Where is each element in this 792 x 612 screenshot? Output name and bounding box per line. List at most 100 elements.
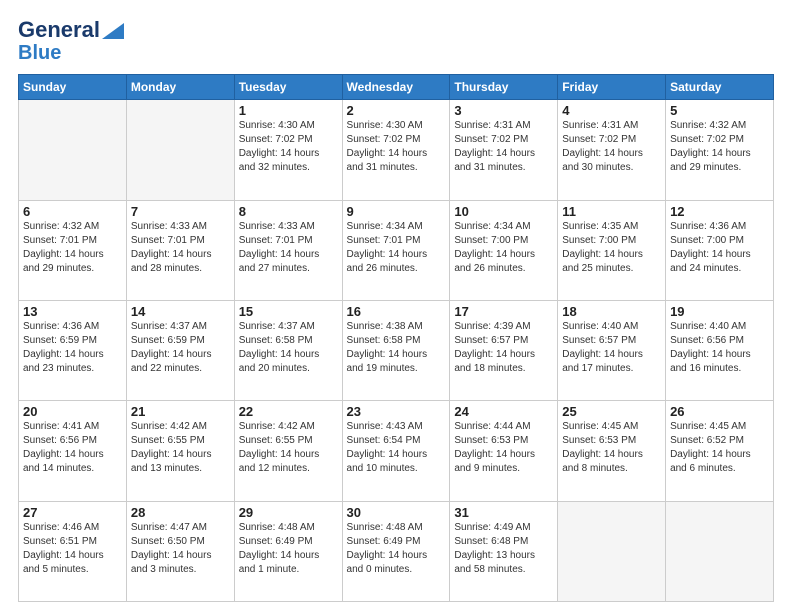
calendar-day-cell: 17Sunrise: 4:39 AMSunset: 6:57 PMDayligh…	[450, 300, 558, 400]
day-info: Sunrise: 4:31 AMSunset: 7:02 PMDaylight:…	[454, 119, 553, 175]
calendar-day-cell: 15Sunrise: 4:37 AMSunset: 6:58 PMDayligh…	[234, 300, 342, 400]
day-number: 3	[454, 103, 553, 118]
calendar-day-cell	[558, 501, 666, 601]
logo-arrow-icon	[102, 23, 124, 39]
day-info: Sunrise: 4:43 AMSunset: 6:54 PMDaylight:…	[347, 420, 446, 476]
day-number: 9	[347, 204, 446, 219]
day-number: 7	[131, 204, 230, 219]
day-number: 21	[131, 404, 230, 419]
calendar-week-1: 1Sunrise: 4:30 AMSunset: 7:02 PMDaylight…	[19, 100, 774, 200]
calendar-day-cell	[666, 501, 774, 601]
day-number: 28	[131, 505, 230, 520]
day-number: 10	[454, 204, 553, 219]
day-number: 1	[239, 103, 338, 118]
day-info: Sunrise: 4:37 AMSunset: 6:58 PMDaylight:…	[239, 320, 338, 376]
calendar-header-saturday: Saturday	[666, 75, 774, 100]
calendar-day-cell: 14Sunrise: 4:37 AMSunset: 6:59 PMDayligh…	[126, 300, 234, 400]
calendar-day-cell: 4Sunrise: 4:31 AMSunset: 7:02 PMDaylight…	[558, 100, 666, 200]
calendar-day-cell: 30Sunrise: 4:48 AMSunset: 6:49 PMDayligh…	[342, 501, 450, 601]
calendar-day-cell: 3Sunrise: 4:31 AMSunset: 7:02 PMDaylight…	[450, 100, 558, 200]
calendar-header-monday: Monday	[126, 75, 234, 100]
day-info: Sunrise: 4:42 AMSunset: 6:55 PMDaylight:…	[131, 420, 230, 476]
day-number: 13	[23, 304, 122, 319]
calendar-day-cell: 21Sunrise: 4:42 AMSunset: 6:55 PMDayligh…	[126, 401, 234, 501]
day-number: 19	[670, 304, 769, 319]
day-info: Sunrise: 4:49 AMSunset: 6:48 PMDaylight:…	[454, 521, 553, 577]
day-info: Sunrise: 4:47 AMSunset: 6:50 PMDaylight:…	[131, 521, 230, 577]
day-info: Sunrise: 4:38 AMSunset: 6:58 PMDaylight:…	[347, 320, 446, 376]
calendar-day-cell: 25Sunrise: 4:45 AMSunset: 6:53 PMDayligh…	[558, 401, 666, 501]
day-number: 29	[239, 505, 338, 520]
calendar-table: SundayMondayTuesdayWednesdayThursdayFrid…	[18, 74, 774, 602]
calendar-header-row: SundayMondayTuesdayWednesdayThursdayFrid…	[19, 75, 774, 100]
day-number: 5	[670, 103, 769, 118]
day-info: Sunrise: 4:37 AMSunset: 6:59 PMDaylight:…	[131, 320, 230, 376]
day-info: Sunrise: 4:39 AMSunset: 6:57 PMDaylight:…	[454, 320, 553, 376]
calendar-day-cell: 2Sunrise: 4:30 AMSunset: 7:02 PMDaylight…	[342, 100, 450, 200]
calendar-day-cell: 8Sunrise: 4:33 AMSunset: 7:01 PMDaylight…	[234, 200, 342, 300]
day-number: 12	[670, 204, 769, 219]
calendar-day-cell: 28Sunrise: 4:47 AMSunset: 6:50 PMDayligh…	[126, 501, 234, 601]
day-info: Sunrise: 4:48 AMSunset: 6:49 PMDaylight:…	[239, 521, 338, 577]
calendar-day-cell: 31Sunrise: 4:49 AMSunset: 6:48 PMDayligh…	[450, 501, 558, 601]
calendar-day-cell: 29Sunrise: 4:48 AMSunset: 6:49 PMDayligh…	[234, 501, 342, 601]
calendar-day-cell: 11Sunrise: 4:35 AMSunset: 7:00 PMDayligh…	[558, 200, 666, 300]
day-info: Sunrise: 4:40 AMSunset: 6:56 PMDaylight:…	[670, 320, 769, 376]
calendar-day-cell: 27Sunrise: 4:46 AMSunset: 6:51 PMDayligh…	[19, 501, 127, 601]
calendar-day-cell: 26Sunrise: 4:45 AMSunset: 6:52 PMDayligh…	[666, 401, 774, 501]
day-number: 16	[347, 304, 446, 319]
day-info: Sunrise: 4:41 AMSunset: 6:56 PMDaylight:…	[23, 420, 122, 476]
calendar-day-cell: 22Sunrise: 4:42 AMSunset: 6:55 PMDayligh…	[234, 401, 342, 501]
day-number: 22	[239, 404, 338, 419]
day-number: 4	[562, 103, 661, 118]
day-number: 17	[454, 304, 553, 319]
calendar-day-cell: 19Sunrise: 4:40 AMSunset: 6:56 PMDayligh…	[666, 300, 774, 400]
calendar-week-4: 20Sunrise: 4:41 AMSunset: 6:56 PMDayligh…	[19, 401, 774, 501]
day-number: 20	[23, 404, 122, 419]
calendar-day-cell: 23Sunrise: 4:43 AMSunset: 6:54 PMDayligh…	[342, 401, 450, 501]
day-number: 25	[562, 404, 661, 419]
day-number: 14	[131, 304, 230, 319]
day-info: Sunrise: 4:30 AMSunset: 7:02 PMDaylight:…	[347, 119, 446, 175]
day-number: 6	[23, 204, 122, 219]
calendar-day-cell: 6Sunrise: 4:32 AMSunset: 7:01 PMDaylight…	[19, 200, 127, 300]
day-number: 24	[454, 404, 553, 419]
day-info: Sunrise: 4:33 AMSunset: 7:01 PMDaylight:…	[131, 220, 230, 276]
day-number: 26	[670, 404, 769, 419]
calendar-day-cell: 12Sunrise: 4:36 AMSunset: 7:00 PMDayligh…	[666, 200, 774, 300]
day-number: 11	[562, 204, 661, 219]
calendar-day-cell: 10Sunrise: 4:34 AMSunset: 7:00 PMDayligh…	[450, 200, 558, 300]
day-info: Sunrise: 4:45 AMSunset: 6:52 PMDaylight:…	[670, 420, 769, 476]
day-number: 15	[239, 304, 338, 319]
day-info: Sunrise: 4:36 AMSunset: 7:00 PMDaylight:…	[670, 220, 769, 276]
page: General Blue SundayMondayTuesdayWednesda…	[0, 0, 792, 612]
calendar-week-3: 13Sunrise: 4:36 AMSunset: 6:59 PMDayligh…	[19, 300, 774, 400]
calendar-header-tuesday: Tuesday	[234, 75, 342, 100]
calendar-week-2: 6Sunrise: 4:32 AMSunset: 7:01 PMDaylight…	[19, 200, 774, 300]
day-number: 30	[347, 505, 446, 520]
calendar-day-cell: 24Sunrise: 4:44 AMSunset: 6:53 PMDayligh…	[450, 401, 558, 501]
calendar-header-wednesday: Wednesday	[342, 75, 450, 100]
day-info: Sunrise: 4:34 AMSunset: 7:01 PMDaylight:…	[347, 220, 446, 276]
day-info: Sunrise: 4:33 AMSunset: 7:01 PMDaylight:…	[239, 220, 338, 276]
day-number: 18	[562, 304, 661, 319]
calendar-day-cell	[126, 100, 234, 200]
calendar-day-cell: 7Sunrise: 4:33 AMSunset: 7:01 PMDaylight…	[126, 200, 234, 300]
day-number: 23	[347, 404, 446, 419]
day-info: Sunrise: 4:30 AMSunset: 7:02 PMDaylight:…	[239, 119, 338, 175]
day-info: Sunrise: 4:48 AMSunset: 6:49 PMDaylight:…	[347, 521, 446, 577]
calendar-day-cell	[19, 100, 127, 200]
logo: General Blue	[18, 18, 124, 64]
day-number: 2	[347, 103, 446, 118]
header: General Blue	[18, 18, 774, 64]
day-info: Sunrise: 4:35 AMSunset: 7:00 PMDaylight:…	[562, 220, 661, 276]
day-info: Sunrise: 4:42 AMSunset: 6:55 PMDaylight:…	[239, 420, 338, 476]
day-info: Sunrise: 4:40 AMSunset: 6:57 PMDaylight:…	[562, 320, 661, 376]
day-info: Sunrise: 4:46 AMSunset: 6:51 PMDaylight:…	[23, 521, 122, 577]
day-info: Sunrise: 4:31 AMSunset: 7:02 PMDaylight:…	[562, 119, 661, 175]
day-number: 31	[454, 505, 553, 520]
calendar-day-cell: 18Sunrise: 4:40 AMSunset: 6:57 PMDayligh…	[558, 300, 666, 400]
day-info: Sunrise: 4:45 AMSunset: 6:53 PMDaylight:…	[562, 420, 661, 476]
day-number: 8	[239, 204, 338, 219]
day-info: Sunrise: 4:32 AMSunset: 7:01 PMDaylight:…	[23, 220, 122, 276]
